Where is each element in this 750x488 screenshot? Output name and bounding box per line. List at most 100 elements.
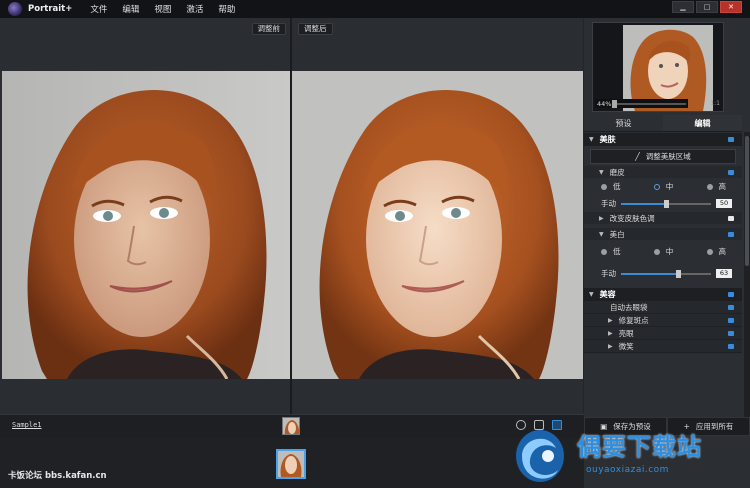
section-skin[interactable]: ▼ 美肤 <box>584 133 742 146</box>
beauty-item-brighten-eyes[interactable]: ▶ 亮眼 <box>584 327 742 340</box>
whitening-title: 美白 <box>609 229 625 239</box>
blemish-label: 修复斑点 <box>618 315 649 325</box>
filmstrip-thumbnail[interactable] <box>276 449 306 479</box>
brighten-eyes-toggle[interactable] <box>728 331 734 336</box>
smile-label: 微笑 <box>618 341 634 351</box>
section-skin-label: 美肤 <box>599 135 616 144</box>
smoothing-medium[interactable]: 中 <box>653 181 673 192</box>
panel-scrollbar[interactable] <box>744 132 750 434</box>
smoothing-low[interactable]: 低 <box>601 181 621 192</box>
image-view: 调整前 调整后 <box>0 18 583 414</box>
zoom-slider-handle[interactable] <box>612 99 618 108</box>
whitening-value[interactable]: 63 <box>716 269 732 278</box>
smoothing-title: 磨皮 <box>609 167 625 177</box>
whitening-low[interactable]: 低 <box>601 246 621 257</box>
chevron-down-icon: ▼ <box>589 136 594 143</box>
file-name-link[interactable]: Sample1 <box>12 421 42 429</box>
current-image-thumbnail[interactable] <box>282 417 300 435</box>
whitening-high[interactable]: 高 <box>706 246 727 257</box>
site-watermark-title: 偶要下载站 <box>577 433 702 461</box>
before-label: 调整前 <box>251 23 286 35</box>
skin-tone-label: 改变皮肤色调 <box>609 213 655 223</box>
beauty-item-eye-bags[interactable]: 自动去眼袋 <box>584 301 742 314</box>
smoothing-high[interactable]: 高 <box>706 181 727 192</box>
radio-icon <box>706 183 713 190</box>
tab-presets[interactable]: 预设 <box>584 115 663 131</box>
subsection-smoothing[interactable]: ▼ 磨皮 <box>584 166 742 178</box>
smoothing-slider-handle[interactable] <box>664 199 669 208</box>
whitening-manual: 手动 63 <box>584 265 742 282</box>
portrait-plus-window: Portrait+ 文件 编辑 视图 激活 帮助 ▁ □ ✕ 调整前 调整后 4… <box>0 0 750 488</box>
menu-edit[interactable]: 编辑 <box>122 3 139 15</box>
app-logo-icon <box>8 2 22 16</box>
file-bar: Sample1 <box>0 414 584 438</box>
section-beauty[interactable]: ▼ 美容 <box>584 288 742 301</box>
eye-bags-toggle[interactable] <box>728 305 734 310</box>
whitening-manual-label: 手动 <box>601 269 616 278</box>
adjust-skin-row: ╱ 调整美肤区域 <box>584 146 742 166</box>
chevron-down-icon: ▼ <box>589 291 594 298</box>
subsection-skin-tone[interactable]: ▶ 改变皮肤色调 <box>584 212 742 224</box>
zoom-ratio[interactable]: 1:1 <box>710 100 720 107</box>
after-pane[interactable]: 调整后 <box>292 18 583 414</box>
menu-view[interactable]: 视图 <box>154 3 171 15</box>
adjust-skin-area-button[interactable]: ╱ 调整美肤区域 <box>590 148 736 164</box>
slider-fill <box>621 272 678 275</box>
menu-bar: 文件 编辑 视图 激活 帮助 <box>90 3 235 15</box>
smoothing-slider[interactable] <box>621 199 711 208</box>
radio-icon <box>601 183 607 190</box>
menu-activate[interactable]: 激活 <box>186 3 203 15</box>
chevron-right-icon: ▶ <box>608 342 613 350</box>
whitening-medium[interactable]: 中 <box>653 246 674 257</box>
smoothing-options: 低 中 高 <box>584 178 742 195</box>
smoothing-toggle[interactable] <box>728 170 734 175</box>
window-controls: ▁ □ ✕ <box>672 1 742 13</box>
before-photo[interactable] <box>2 71 290 379</box>
radio-selected-icon <box>653 183 660 190</box>
zoom-control: 44% <box>595 99 689 108</box>
beauty-item-smile[interactable]: ▶ 微笑 <box>584 340 742 353</box>
close-icon[interactable]: ✕ <box>720 1 742 13</box>
forum-watermark: 卡饭论坛 bbs.kafan.cn <box>8 471 107 481</box>
radio-icon <box>706 248 713 255</box>
menu-file[interactable]: 文件 <box>90 3 107 15</box>
whitening-slider-handle[interactable] <box>676 269 681 278</box>
chevron-right-icon: ▶ <box>599 214 604 222</box>
maximize-icon[interactable]: □ <box>696 1 718 13</box>
slider-fill <box>621 202 666 205</box>
chevron-right-icon: ▶ <box>608 329 613 337</box>
chevron-right-icon: ▶ <box>608 316 613 324</box>
beauty-toggle[interactable] <box>728 292 734 297</box>
beauty-items: 自动去眼袋 ▶ 修复斑点 ▶ 亮眼 ▶ 微笑 <box>584 301 742 353</box>
smoothing-value[interactable]: 50 <box>716 199 732 208</box>
menu-help[interactable]: 帮助 <box>218 3 235 15</box>
edit-settings: ▼ 美肤 ╱ 调整美肤区域 ▼ 磨皮 低 中 高 手动 50 ▶ 改变皮肤色调 ▼ 美白 <box>584 133 742 353</box>
smile-toggle[interactable] <box>728 344 734 349</box>
app-name: Portrait+ <box>28 4 73 14</box>
eye-bags-label: 自动去眼袋 <box>610 302 648 312</box>
adjust-skin-area-label: 调整美肤区域 <box>645 151 691 161</box>
whitening-high-label: 高 <box>718 247 727 256</box>
whitening-slider[interactable] <box>621 269 711 278</box>
smoothing-high-label: 高 <box>718 182 727 191</box>
skin-tone-toggle[interactable] <box>728 216 734 221</box>
after-photo[interactable] <box>292 71 583 379</box>
whitening-toggle[interactable] <box>728 232 734 237</box>
skin-toggle[interactable] <box>728 137 734 142</box>
tab-edit[interactable]: 编辑 <box>663 115 742 131</box>
whitening-medium-label: 中 <box>665 247 674 256</box>
subsection-whitening[interactable]: ▼ 美白 <box>584 228 742 240</box>
brighten-eyes-label: 亮眼 <box>618 328 634 338</box>
portrait-after-image <box>292 71 583 379</box>
zoom-slider[interactable] <box>612 99 687 108</box>
radio-icon <box>601 248 607 255</box>
before-pane[interactable]: 调整前 <box>0 18 290 414</box>
scrollbar-thumb[interactable] <box>745 136 749 266</box>
minimize-icon[interactable]: ▁ <box>672 1 694 13</box>
smoothing-low-label: 低 <box>613 182 621 191</box>
beauty-item-blemish[interactable]: ▶ 修复斑点 <box>584 314 742 327</box>
blemish-toggle[interactable] <box>728 318 734 323</box>
after-label: 调整后 <box>298 23 333 35</box>
navigator[interactable]: 44% 1:1 <box>592 22 724 112</box>
site-watermark-url: ouyaoxiazai.com <box>586 465 669 475</box>
